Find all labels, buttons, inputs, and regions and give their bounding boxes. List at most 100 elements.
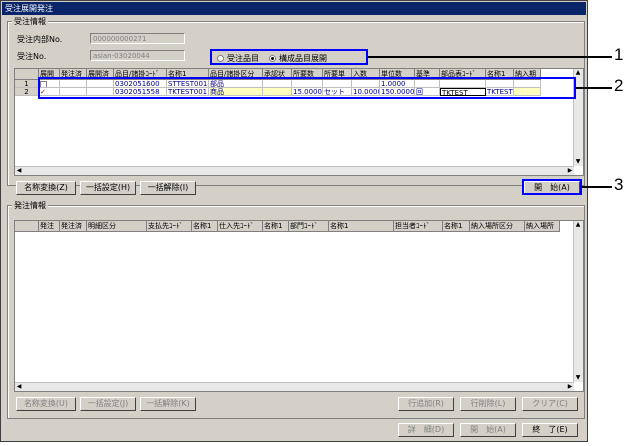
scroll-right-icon[interactable]: ▶	[566, 383, 574, 391]
scroll-up-icon[interactable]: ▲	[574, 221, 582, 229]
expand-checkbox-box	[40, 80, 47, 87]
scroll-left-icon[interactable]: ◀	[15, 383, 23, 391]
callout-line-3	[582, 186, 612, 188]
order-info-group-label: 受注情報	[12, 16, 48, 27]
po-col-payee-code[interactable]: 支払先ｺｰﾄﾞ	[147, 221, 192, 232]
po-bulk-set-button[interactable]: 一括設定(J)	[80, 397, 136, 411]
scroll-down-icon[interactable]: ▼	[574, 158, 582, 166]
purchase-order-grid-vscroll[interactable]: ▲ ▼	[573, 221, 583, 382]
delivery-date-cell[interactable]	[514, 80, 541, 88]
grid-col-name1-b[interactable]: 名称1	[486, 69, 514, 80]
scroll-right-icon[interactable]: ▶	[566, 167, 574, 175]
rename-button[interactable]: 名称変換(Z)	[16, 181, 76, 195]
end-button[interactable]: 終 了(E)	[522, 423, 578, 437]
grid-col-unit-qty[interactable]: 単位数	[380, 69, 415, 80]
po-col-delivery-place[interactable]: 納入場所	[525, 221, 560, 232]
start-expansion-button[interactable]: 開 始(A)	[524, 181, 580, 195]
delete-row-button[interactable]: 行削除(L)	[460, 397, 516, 411]
purchase-order-grid-hscroll[interactable]: ◀ ▶	[15, 382, 574, 391]
grid-col-ordered[interactable]: 発注済	[60, 69, 87, 80]
po-col-name1-d[interactable]: 名称1	[443, 221, 470, 232]
basis-cell[interactable]: 回	[415, 88, 440, 96]
po-col-detail-category[interactable]: 明細区分	[87, 221, 147, 232]
expanded-checkbox[interactable]	[87, 80, 114, 88]
expanded-checkbox[interactable]	[87, 88, 114, 96]
bom-code-cell[interactable]	[440, 80, 486, 88]
expansion-grid-hscroll[interactable]: ◀ ▶	[15, 166, 574, 175]
required-qty-cell[interactable]: 15.0000	[292, 88, 323, 96]
radio-order-item[interactable]: 受注品目	[217, 53, 259, 64]
callout-number-1: 1	[614, 45, 624, 64]
scroll-up-icon[interactable]: ▲	[574, 69, 582, 77]
expand-check-mark[interactable]: ✓	[39, 88, 60, 96]
row-number: 1	[15, 80, 39, 88]
grid-col-pack-qty[interactable]: 入数	[352, 69, 380, 80]
callout-line-2	[576, 87, 612, 89]
footer-start-button[interactable]: 開 始(A)	[460, 423, 516, 437]
bom-code-cell[interactable]: TKTEST	[440, 88, 486, 96]
grid-col-bom-code[interactable]: 部品表ｺｰﾄﾞ	[440, 69, 486, 80]
po-col-name1-b[interactable]: 名称1	[263, 221, 289, 232]
name1-b-cell[interactable]: TKTEST	[486, 88, 514, 96]
grid-col-item-code[interactable]: 品目/諸掛ｺｰﾄﾞ	[114, 69, 167, 80]
bulk-set-button[interactable]: 一括設定(H)	[80, 181, 136, 195]
clear-button[interactable]: クリア(C)	[522, 397, 578, 411]
callout-number-3: 3	[614, 175, 624, 194]
detail-button[interactable]: 詳 細(D)	[398, 423, 454, 437]
po-col-name1[interactable]: 名称1	[192, 221, 218, 232]
po-rename-button[interactable]: 名称変換(U)	[16, 397, 76, 411]
pack-qty-cell[interactable]	[352, 80, 380, 88]
po-col-staff-code[interactable]: 担当者ｺｰﾄﾞ	[394, 221, 443, 232]
approval-cell[interactable]	[263, 88, 292, 96]
required-qty-cell[interactable]	[292, 80, 323, 88]
expansion-grid-vscroll[interactable]: ▲ ▼	[573, 69, 583, 166]
expansion-grid-row[interactable]: 1 0302051600 STTEST001 部品 1.0000	[15, 80, 541, 88]
po-col-name1-c[interactable]: 名称1	[329, 221, 394, 232]
item-code-cell[interactable]: 0302051600	[114, 80, 167, 88]
expansion-grid-row[interactable]: 2 ✓ 0302051558 TKTEST001 商品 15.0000 セット …	[15, 88, 541, 96]
item-category-cell[interactable]: 部品	[209, 80, 263, 88]
expand-checkbox[interactable]	[39, 80, 60, 88]
name1-b-cell[interactable]	[486, 80, 514, 88]
row-number: 2	[15, 88, 39, 96]
basis-cell[interactable]	[415, 80, 440, 88]
name1-cell[interactable]: STTEST001	[167, 80, 209, 88]
name1-cell[interactable]: TKTEST001	[167, 88, 209, 96]
grid-col-basis[interactable]: 基準	[415, 69, 440, 80]
delivery-date-cell[interactable]	[514, 88, 541, 96]
grid-col-required-qty[interactable]: 所要数	[292, 69, 323, 80]
po-col-ordered[interactable]: 発注済	[60, 221, 87, 232]
ordered-checkbox[interactable]	[60, 88, 87, 96]
item-category-cell[interactable]: 商品	[209, 88, 263, 96]
grid-col-expanded[interactable]: 展開済	[87, 69, 114, 80]
scroll-left-icon[interactable]: ◀	[15, 167, 23, 175]
grid-col-expand[interactable]: 展開	[39, 69, 60, 80]
radio-component-expand-label: 構成品目展開	[279, 53, 327, 63]
scroll-down-icon[interactable]: ▼	[574, 374, 582, 382]
item-code-cell[interactable]: 0302051558	[114, 88, 167, 96]
po-col-dept-code[interactable]: 部門ｺｰﾄﾞ	[289, 221, 329, 232]
po-col-delivery-place-category[interactable]: 納入場所区分	[470, 221, 525, 232]
bulk-clear-button[interactable]: 一括解除(I)	[140, 181, 196, 195]
expansion-grid[interactable]: 展開 発注済 展開済 品目/諸掛ｺｰﾄﾞ 名称1 品目/諸掛区分 承認状 所要数…	[14, 68, 584, 176]
pack-qty-cell[interactable]: 10.0000	[352, 88, 380, 96]
po-col-rownum	[15, 221, 39, 232]
purchase-order-grid-header: 発注 発注済 明細区分 支払先ｺｰﾄﾞ 名称1 仕入先ｺｰﾄﾞ 名称1 部門ｺｰ…	[15, 221, 560, 232]
radio-component-expand[interactable]: 構成品目展開	[269, 53, 327, 64]
unit-qty-cell[interactable]: 150.0000	[380, 88, 415, 96]
grid-col-name1[interactable]: 名称1	[167, 69, 209, 80]
approval-cell[interactable]	[263, 80, 292, 88]
grid-col-approval[interactable]: 承認状	[263, 69, 292, 80]
po-col-order[interactable]: 発注	[39, 221, 60, 232]
grid-col-required-unit[interactable]: 所要単	[323, 69, 352, 80]
po-bulk-clear-button[interactable]: 一括解除(K)	[140, 397, 196, 411]
add-row-button[interactable]: 行追加(R)	[398, 397, 454, 411]
grid-col-item-category[interactable]: 品目/諸掛区分	[209, 69, 263, 80]
required-unit-cell[interactable]: セット	[323, 88, 352, 96]
grid-col-delivery-date[interactable]: 納入期	[514, 69, 541, 80]
po-col-supplier-code[interactable]: 仕入先ｺｰﾄﾞ	[218, 221, 263, 232]
required-unit-cell[interactable]	[323, 80, 352, 88]
ordered-checkbox[interactable]	[60, 80, 87, 88]
purchase-order-grid[interactable]: 発注 発注済 明細区分 支払先ｺｰﾄﾞ 名称1 仕入先ｺｰﾄﾞ 名称1 部門ｺｰ…	[14, 220, 584, 392]
unit-qty-cell[interactable]: 1.0000	[380, 80, 415, 88]
